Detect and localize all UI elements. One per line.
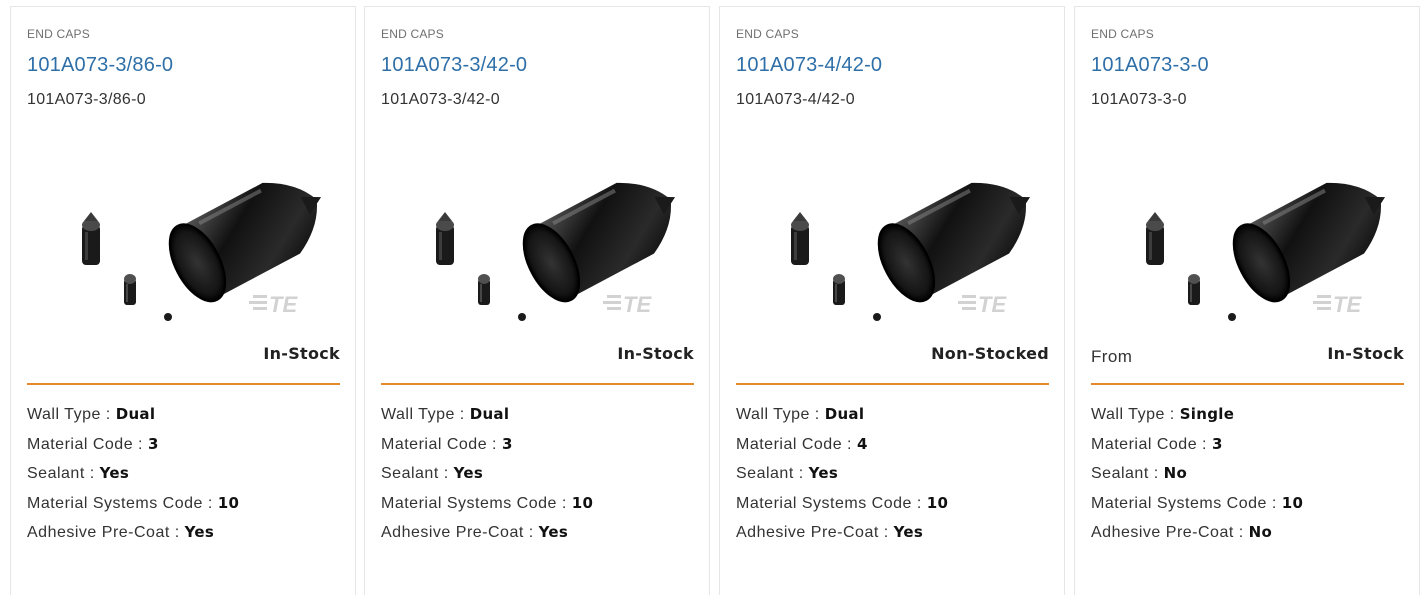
stock-status: Non-Stocked bbox=[931, 344, 1049, 363]
svg-text:TE: TE bbox=[1333, 292, 1362, 317]
spec-sealant: Sealant : No bbox=[1091, 464, 1188, 482]
spec-adhesive-pre-coat: Adhesive Pre-Coat : No bbox=[1091, 523, 1273, 541]
stock-status: In-Stock bbox=[1327, 344, 1404, 363]
product-part-number: 101A073-3/42-0 bbox=[381, 91, 500, 108]
stock-status: In-Stock bbox=[617, 344, 694, 363]
product-category: END CAPS bbox=[1091, 27, 1154, 41]
product-card[interactable]: END CAPS 101A073-3/86-0 101A073-3/86-0 T… bbox=[10, 6, 356, 595]
spec-material-code: Material Code : 3 bbox=[381, 434, 513, 453]
card-divider bbox=[1091, 383, 1404, 385]
spec-adhesive-pre-coat: Adhesive Pre-Coat : Yes bbox=[736, 523, 924, 541]
product-category: END CAPS bbox=[736, 27, 799, 41]
price-from-label: From bbox=[1091, 347, 1133, 366]
product-card[interactable]: END CAPS 101A073-4/42-0 101A073-4/42-0 T… bbox=[719, 6, 1065, 595]
product-category: END CAPS bbox=[27, 27, 90, 41]
spec-material-code: Material Code : 3 bbox=[1091, 434, 1223, 453]
spec-adhesive-pre-coat: Adhesive Pre-Coat : Yes bbox=[27, 523, 215, 541]
spec-material-code: Material Code : 3 bbox=[27, 434, 159, 453]
spec-material-systems-code: Material Systems Code : 10 bbox=[381, 493, 594, 512]
product-card[interactable]: END CAPS 101A073-3-0 101A073-3-0 TE From… bbox=[1074, 6, 1420, 595]
product-part-number: 101A073-3-0 bbox=[1091, 91, 1187, 108]
product-specs: Wall Type : Dual Material Code : 3 Seala… bbox=[27, 402, 239, 550]
spec-adhesive-pre-coat: Adhesive Pre-Coat : Yes bbox=[381, 523, 569, 541]
product-part-number: 101A073-4/42-0 bbox=[736, 91, 855, 108]
svg-text:TE: TE bbox=[978, 292, 1007, 317]
product-image[interactable]: TE bbox=[750, 157, 1040, 327]
product-specs: Wall Type : Dual Material Code : 3 Seala… bbox=[381, 402, 593, 550]
product-specs: Wall Type : Dual Material Code : 4 Seala… bbox=[736, 402, 948, 550]
spec-material-systems-code: Material Systems Code : 10 bbox=[1091, 493, 1304, 512]
stock-status: In-Stock bbox=[263, 344, 340, 363]
spec-wall-type: Wall Type : Dual bbox=[27, 405, 156, 423]
spec-wall-type: Wall Type : Dual bbox=[381, 405, 510, 423]
product-grid: END CAPS 101A073-3/86-0 101A073-3/86-0 T… bbox=[0, 0, 1425, 595]
product-part-number: 101A073-3/86-0 bbox=[27, 91, 146, 108]
spec-material-systems-code: Material Systems Code : 10 bbox=[27, 493, 240, 512]
product-title-link[interactable]: 101A073-3/42-0 bbox=[381, 54, 527, 77]
card-divider bbox=[27, 383, 340, 385]
product-title-link[interactable]: 101A073-3/86-0 bbox=[27, 54, 173, 77]
spec-sealant: Sealant : Yes bbox=[381, 464, 484, 482]
product-title-link[interactable]: 101A073-4/42-0 bbox=[736, 54, 882, 77]
spec-wall-type: Wall Type : Single bbox=[1091, 405, 1235, 423]
product-category: END CAPS bbox=[381, 27, 444, 41]
card-divider bbox=[381, 383, 694, 385]
spec-material-code: Material Code : 4 bbox=[736, 434, 868, 453]
product-image[interactable]: TE bbox=[1105, 157, 1395, 327]
svg-text:TE: TE bbox=[623, 292, 652, 317]
product-title-link[interactable]: 101A073-3-0 bbox=[1091, 54, 1209, 77]
product-image[interactable]: TE bbox=[41, 157, 331, 327]
product-card[interactable]: END CAPS 101A073-3/42-0 101A073-3/42-0 T… bbox=[364, 6, 710, 595]
spec-sealant: Sealant : Yes bbox=[736, 464, 839, 482]
product-image[interactable]: TE bbox=[395, 157, 685, 327]
svg-text:TE: TE bbox=[269, 292, 298, 317]
card-divider bbox=[736, 383, 1049, 385]
spec-material-systems-code: Material Systems Code : 10 bbox=[736, 493, 949, 512]
spec-sealant: Sealant : Yes bbox=[27, 464, 130, 482]
product-specs: Wall Type : Single Material Code : 3 Sea… bbox=[1091, 402, 1303, 550]
spec-wall-type: Wall Type : Dual bbox=[736, 405, 865, 423]
